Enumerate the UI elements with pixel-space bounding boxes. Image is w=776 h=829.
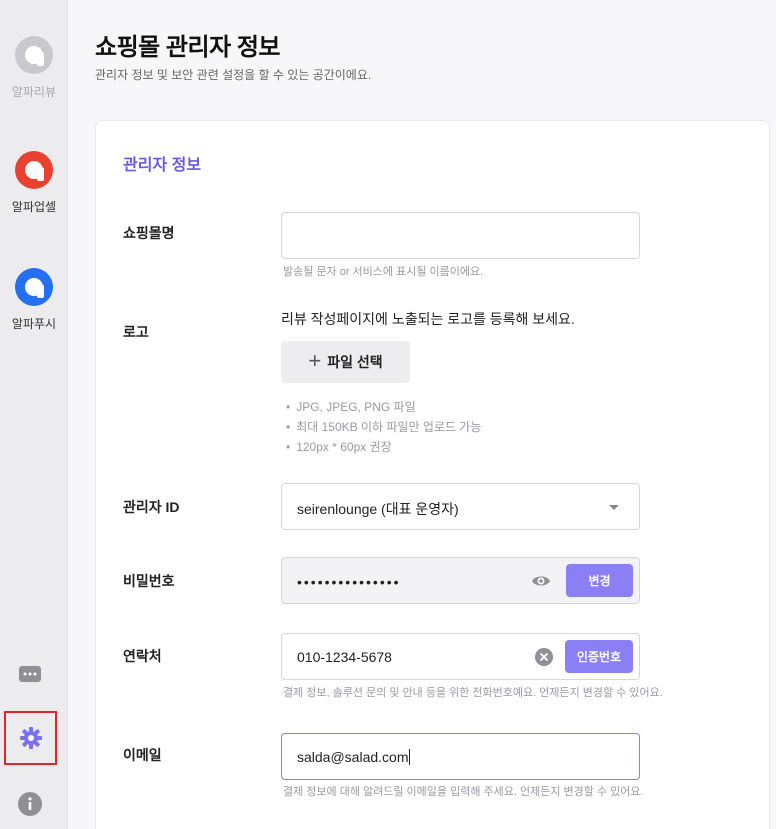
shop-name-label: 쇼핑몰명 (123, 225, 175, 241)
text-caret (408, 749, 410, 765)
verification-code-button[interactable]: 인증번호 (564, 640, 633, 673)
password-label: 비밀번호 (123, 573, 175, 589)
email-value-wrap: salda@salad.com (297, 749, 410, 765)
info-icon[interactable] (18, 792, 42, 816)
eye-icon[interactable] (531, 572, 551, 590)
logo-note: 120px * 60px 권장 (286, 437, 481, 457)
page-title: 쇼핑몰 관리자 정보 (95, 34, 280, 61)
shop-name-help: 발송될 문자 or 서비스에 표시될 이름이에요. (283, 266, 484, 278)
plus-icon: + (308, 348, 322, 373)
email-value: salda@salad.com (297, 749, 409, 765)
admin-id-label: 관리자 ID (123, 499, 180, 515)
app-label: 알파리뷰 (11, 85, 57, 99)
settings-button[interactable] (4, 711, 57, 765)
app-alpha-upsell[interactable]: 알파업셀 (0, 151, 68, 215)
email-input[interactable]: salda@salad.com (281, 733, 640, 780)
admin-id-select[interactable]: seirenlounge (대표 운영자) (281, 483, 640, 530)
password-value: ••••••••••••••• (297, 574, 401, 590)
email-label: 이메일 (123, 747, 162, 763)
main-content: 쇼핑몰 관리자 정보 관리자 정보 및 보안 관련 설정을 할 수 있는 공간이… (68, 0, 776, 829)
app-alpha-push[interactable]: 알파푸시 (0, 268, 68, 332)
alpha-review-logo-icon (15, 36, 53, 74)
sidebar: 알파리뷰 알파업셀 알파푸시 (0, 0, 68, 829)
chat-icon[interactable] (18, 663, 42, 687)
phone-value: 010-1234-5678 (297, 649, 392, 665)
file-select-label: 파일 선택 (327, 354, 383, 370)
change-password-button[interactable]: 변경 (566, 564, 633, 597)
password-field[interactable]: ••••••••••••••• 변경 (281, 557, 640, 604)
alpha-push-logo-icon (15, 268, 53, 306)
logo-label: 로고 (123, 324, 149, 340)
logo-description: 리뷰 작성페이지에 노출되는 로고를 등록해 보세요. (281, 311, 575, 327)
logo-notes: JPG, JPEG, PNG 파일 최대 150KB 이하 파일만 업로드 가능… (286, 397, 481, 457)
file-select-button[interactable]: + 파일 선택 (281, 341, 410, 383)
clear-icon[interactable] (535, 648, 553, 666)
logo-note: JPG, JPEG, PNG 파일 (286, 397, 481, 417)
admin-id-value: seirenlounge (대표 운영자) (297, 501, 459, 517)
shop-name-input[interactable] (281, 212, 640, 259)
app-label: 알파푸시 (11, 317, 57, 331)
phone-help: 결제 정보, 솔루션 문의 및 안내 등을 위한 전화번호예요. 언제든지 변경… (283, 687, 663, 699)
alpha-upsell-logo-icon (15, 151, 53, 189)
admin-info-card: 관리자 정보 쇼핑몰명 발송될 문자 or 서비스에 표시될 이름이에요. 로고… (95, 120, 770, 829)
section-title: 관리자 정보 (123, 157, 202, 174)
logo-note: 최대 150KB 이하 파일만 업로드 가능 (286, 417, 481, 437)
page-subtitle: 관리자 정보 및 보안 관련 설정을 할 수 있는 공간이에요. (95, 68, 372, 82)
phone-input[interactable]: 010-1234-5678 인증번호 (281, 633, 640, 680)
phone-label: 연락처 (123, 648, 162, 664)
email-help: 결제 정보에 대해 알려드릴 이메일을 입력해 주세요. 언제든지 변경할 수 … (283, 786, 644, 798)
app-label: 알파업셀 (11, 200, 57, 214)
gear-icon (19, 727, 42, 749)
app-alpha-review[interactable]: 알파리뷰 (0, 36, 68, 100)
chevron-down-icon (609, 505, 619, 510)
